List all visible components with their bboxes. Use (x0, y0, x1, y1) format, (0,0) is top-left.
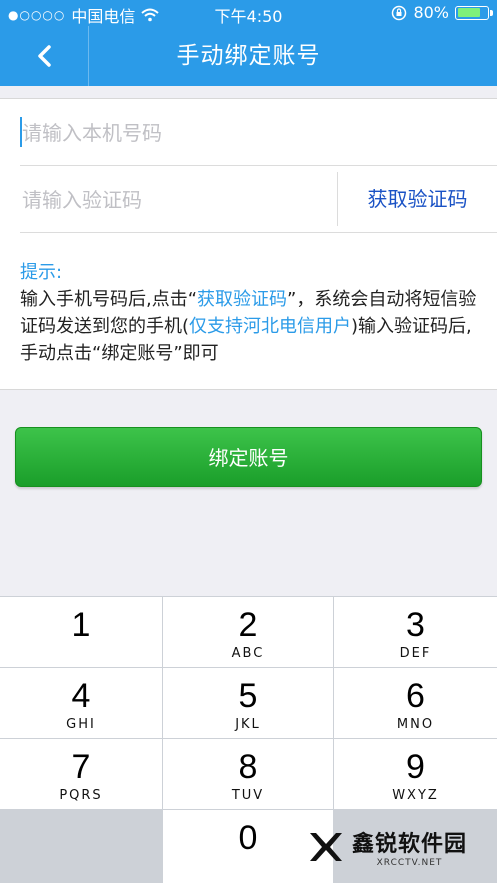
tip-text: 提示: 输入手机号码后,点击“获取验证码”，系统会自动将短信验证码发送到您的手机… (20, 259, 480, 367)
key-digit: 3 (406, 606, 425, 644)
key-letters: TUV (231, 788, 265, 803)
key-3[interactable]: 3 DEF (334, 597, 497, 667)
key-digit: 2 (238, 606, 258, 644)
key-letters: GHI (66, 717, 96, 732)
key-6[interactable]: 6 MNO (334, 668, 497, 738)
tip-link-get-code: 获取验证码 (197, 289, 288, 310)
key-digit: 7 (71, 748, 91, 786)
key-2[interactable]: 2 ABC (163, 597, 333, 667)
bind-account-button[interactable]: 绑定账号 (15, 427, 482, 487)
key-7[interactable]: 7 PQRS (0, 739, 162, 809)
key-letters: ABC (231, 646, 265, 661)
nav-bar: 手动绑定账号 (0, 26, 497, 86)
key-digit: 8 (238, 748, 258, 786)
get-code-button[interactable]: 获取验证码 (338, 166, 497, 232)
tip-link-hebei: 仅支持河北电信用户 (189, 316, 352, 337)
bind-form: 获取验证码 提示: 输入手机号码后,点击“获取验证码”，系统会自动将短信验证码发… (0, 98, 497, 390)
battery-fill (457, 8, 480, 17)
watermark-sub: XRCCTV.NET (376, 858, 443, 868)
back-button[interactable] (0, 26, 88, 86)
tip-body: 输入手机号码后,点击“获取验证码”，系统会自动将短信验证码发送到您的手机(仅支持… (20, 286, 480, 367)
key-4[interactable]: 4 GHI (0, 668, 162, 738)
tip-part-1: 输入手机号码后,点击“ (20, 289, 198, 310)
watermark: 鑫锐软件园 XRCCTV.NET (306, 815, 491, 879)
watermark-text: 鑫锐软件园 XRCCTV.NET (352, 826, 467, 868)
phone-row (0, 99, 497, 167)
key-digit: 1 (71, 606, 91, 644)
key-letters: WXYZ (392, 788, 439, 803)
key-5[interactable]: 5 JKL (163, 668, 333, 738)
code-row: 获取验证码 (20, 165, 497, 234)
form-divider (20, 232, 497, 233)
chevron-left-icon (38, 45, 51, 67)
code-input[interactable] (20, 166, 324, 234)
key-digit: 4 (71, 677, 91, 715)
battery-percent: 80% (413, 3, 449, 22)
nav-separator (88, 26, 89, 86)
key-9[interactable]: 9 WXYZ (334, 739, 497, 809)
tip-label: 提示: (20, 262, 63, 283)
status-bar: ●○○○○ 中国电信 下午4:50 80% (0, 0, 497, 26)
battery-icon (455, 5, 493, 20)
key-letters: DEF (399, 646, 432, 661)
key-letters: PQRS (59, 788, 103, 803)
key-digit: 6 (406, 677, 425, 715)
key-8[interactable]: 8 TUV (163, 739, 333, 809)
key-blank (0, 810, 162, 883)
key-letters: MNO (396, 717, 435, 732)
watermark-main: 鑫锐软件园 (352, 832, 468, 857)
watermark-logo-icon (310, 833, 342, 861)
top-bar: ●○○○○ 中国电信 下午4:50 80% 手动绑定账号 (0, 0, 497, 86)
phone-input[interactable] (20, 99, 484, 167)
key-letters: JKL (235, 717, 261, 732)
orientation-lock-icon (392, 5, 407, 20)
key-digit: 5 (238, 677, 258, 715)
key-1[interactable]: 1 (0, 597, 162, 667)
key-digit: 9 (406, 748, 425, 786)
text-caret (20, 117, 22, 147)
